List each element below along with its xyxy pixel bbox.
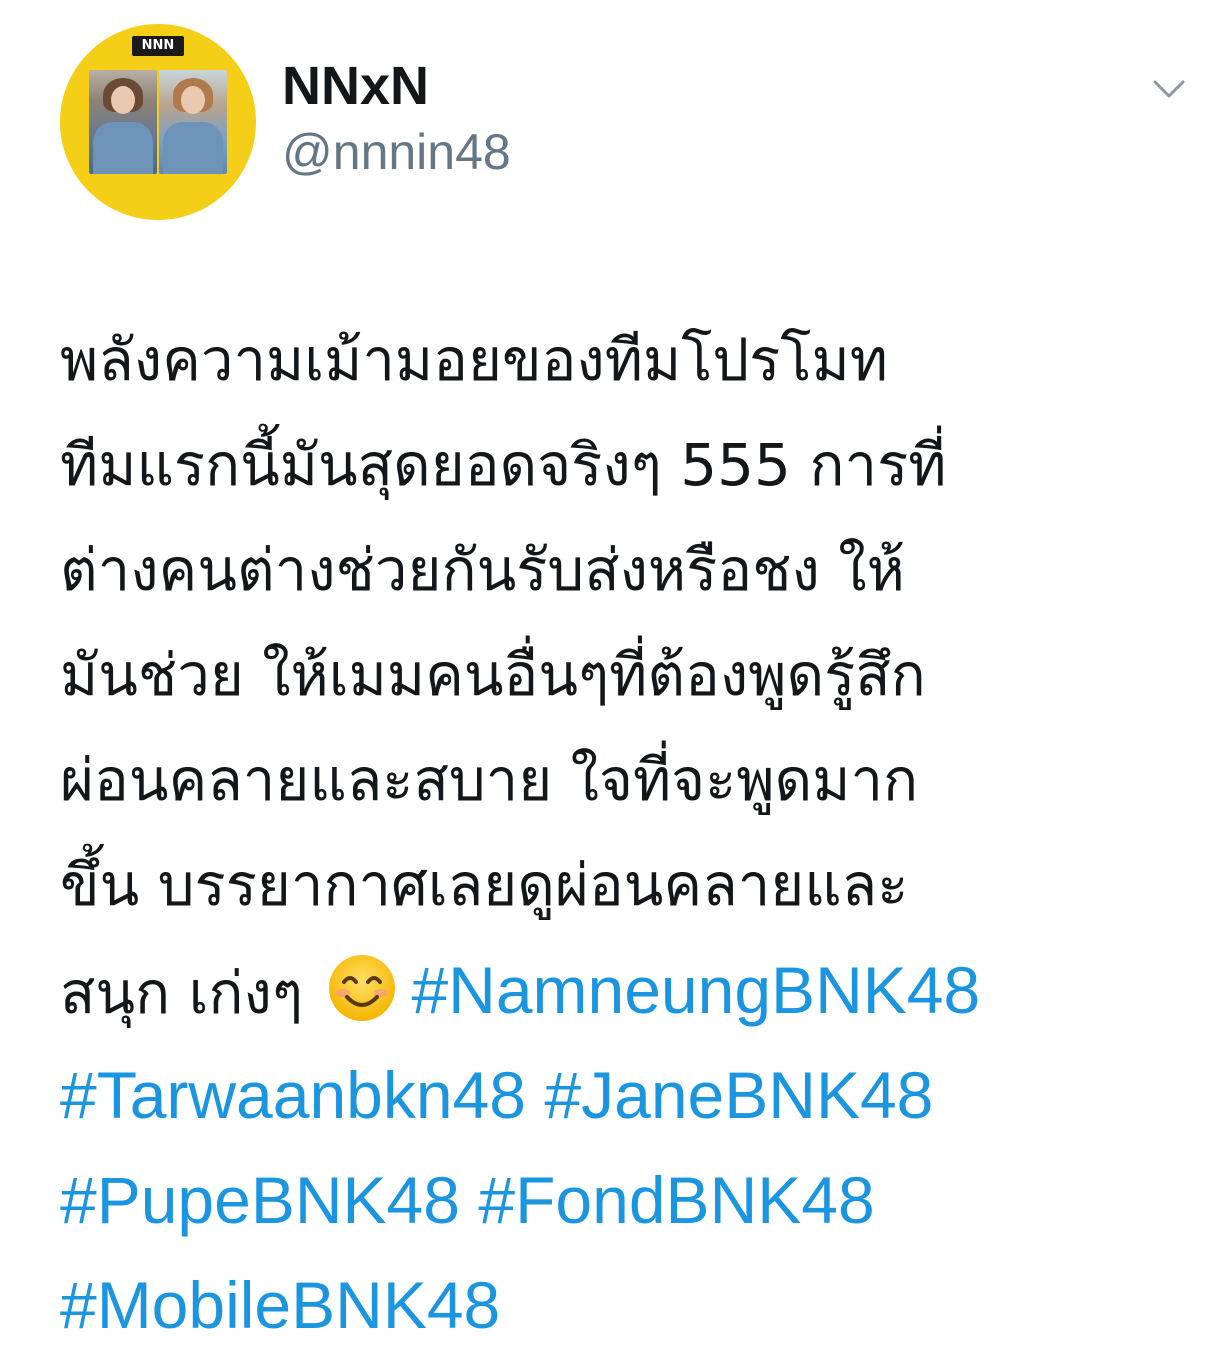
hashtag-link[interactable]: #JaneBNK48 xyxy=(544,1058,933,1132)
avatar[interactable]: NNN xyxy=(60,24,256,220)
tweet-text-fragment: สนุก เก่งๆ xyxy=(60,959,304,1027)
hashtag-link[interactable]: #MobileBNK48 xyxy=(60,1268,500,1342)
hashtag-link[interactable]: #FondBNK48 xyxy=(478,1163,874,1237)
tweet-text-line: ขึ้น บรรยากาศเลยดูผ่อนคลายและ xyxy=(60,851,909,919)
tweet-text-line-last: สนุก เก่งๆ #NamneungBNK48 xyxy=(60,938,1210,1043)
tweet-text-line: ต่างคนต่างช่วยกันรับส่งหรือชง ให้ xyxy=(60,536,905,604)
hashtag-link[interactable]: #NamneungBNK48 xyxy=(411,953,980,1027)
chevron-down-icon xyxy=(1153,80,1185,98)
tweet-hashtag-line: #PupeBNK48 #FondBNK48 xyxy=(60,1148,1210,1253)
tweet-menu-button[interactable] xyxy=(1146,70,1192,110)
tweet: NNN NNxN @nnnin48 พลังความเม้ามอยของทีมโ… xyxy=(0,0,1232,1363)
hashtag-link[interactable]: #PupeBNK48 xyxy=(60,1163,460,1237)
avatar-photo-right xyxy=(159,70,227,174)
avatar-badge: NNN xyxy=(132,36,184,56)
smiling-face-icon xyxy=(327,953,397,1023)
tweet-text-line: พลังความเม้ามอยของทีมโปรโมท xyxy=(60,326,888,394)
tweet-text: พลังความเม้ามอยของทีมโปรโมท ทีมแรกนี้มัน… xyxy=(60,308,1210,1358)
tweet-text-line: ผ่อนคลายและสบาย ใจที่จะพูดมาก xyxy=(60,746,919,814)
tweet-text-line: มันช่วย ให้เมมคนอื่นๆที่ต้องพูดรู้สึก xyxy=(60,641,926,709)
hashtag-link[interactable]: #Tarwaanbkn48 xyxy=(60,1058,526,1132)
tweet-hashtag-line: #MobileBNK48 xyxy=(60,1253,1210,1358)
user-handle[interactable]: @nnnin48 xyxy=(282,120,511,184)
display-name[interactable]: NNxN xyxy=(282,54,429,118)
tweet-hashtag-line: #Tarwaanbkn48 #JaneBNK48 xyxy=(60,1043,1210,1148)
avatar-photo-left xyxy=(89,70,157,174)
tweet-text-line: ทีมแรกนี้มันสุดยอดจริงๆ 555 การที่ xyxy=(60,431,947,499)
